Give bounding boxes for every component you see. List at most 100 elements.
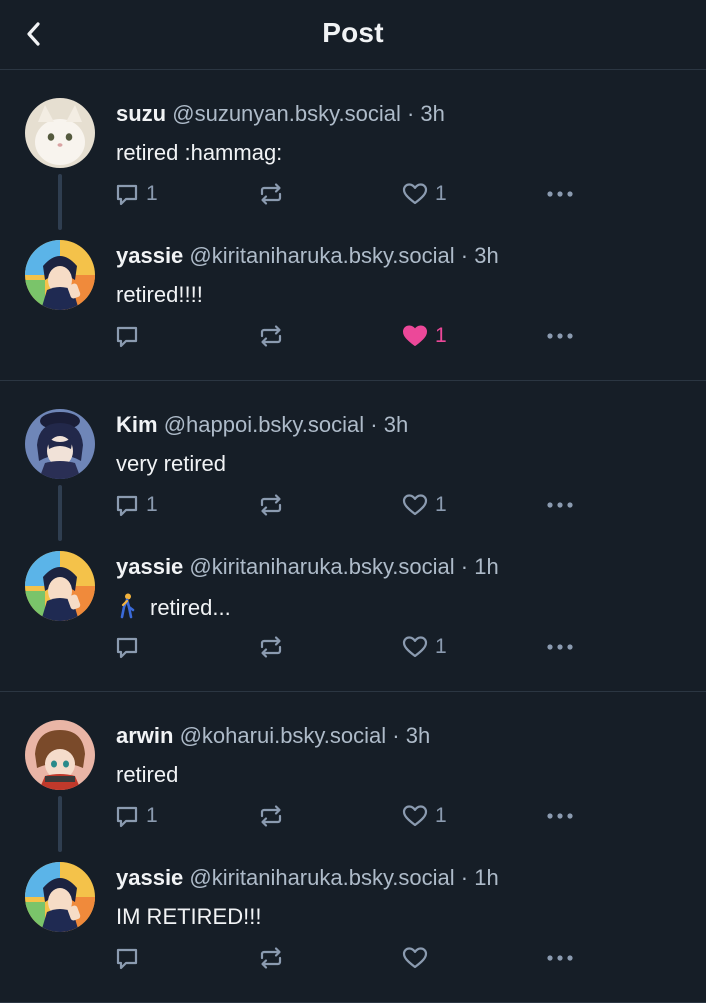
more-options-button[interactable] [545, 801, 575, 831]
post-meta: yassie @kiritaniharuka.bsky.social · 1h [116, 554, 499, 580]
post-time[interactable]: 3h [406, 723, 430, 748]
heart-icon [402, 494, 428, 516]
post-actions [0, 943, 706, 973]
repost-button[interactable] [257, 943, 291, 973]
post-text-content: IM RETIRED!!! [116, 904, 262, 929]
meta-separator: · [460, 554, 469, 579]
author-name[interactable]: suzu [116, 101, 166, 126]
post[interactable]: yassie @kiritaniharuka.bsky.social · 3h … [0, 220, 706, 380]
more-options-button[interactable] [545, 632, 575, 662]
post-text: retired [116, 762, 178, 788]
more-dots-icon [547, 644, 573, 650]
meta-separator: · [392, 723, 400, 748]
repost-icon [260, 636, 282, 658]
reply-count: 1 [146, 493, 158, 516]
meta-separator: · [370, 412, 378, 437]
repost-button[interactable] [257, 179, 291, 209]
post[interactable]: arwin @koharui.bsky.social · 3h retired … [0, 692, 706, 852]
post-meta: yassie @kiritaniharuka.bsky.social · 1h [116, 865, 499, 891]
repost-button[interactable] [257, 490, 291, 520]
post-actions: 1 [0, 632, 706, 662]
author-handle[interactable]: @kiritaniharuka.bsky.social [189, 554, 454, 579]
repost-icon [260, 183, 282, 205]
repost-icon [260, 805, 282, 827]
speech-bubble-icon [116, 948, 138, 970]
repost-icon [260, 494, 282, 516]
person-walking-emoji [120, 593, 135, 619]
like-button[interactable] [401, 943, 435, 973]
meta-separator: · [406, 101, 415, 126]
author-name[interactable]: arwin [116, 723, 173, 748]
post[interactable]: Kim @happoi.bsky.social · 3h very retire… [0, 381, 706, 541]
page-title: Post [322, 17, 384, 48]
more-dots-icon [547, 813, 573, 819]
speech-bubble-icon [116, 495, 138, 517]
post[interactable]: suzu @suzunyan.bsky.social · 3h retired … [0, 70, 706, 230]
like-button[interactable]: 1 [401, 632, 447, 662]
post-text: retired!!!! [116, 282, 203, 308]
more-dots-icon [547, 955, 573, 961]
thread: suzu @suzunyan.bsky.social · 3h retired … [0, 70, 706, 381]
more-options-button[interactable] [545, 490, 575, 520]
author-handle[interactable]: @suzunyan.bsky.social [172, 101, 401, 126]
repost-icon [260, 947, 282, 969]
repost-button[interactable] [257, 801, 291, 831]
reply-button[interactable]: 1 [114, 490, 158, 520]
more-options-button[interactable] [545, 179, 575, 209]
more-options-button[interactable] [545, 943, 575, 973]
post[interactable]: yassie @kiritaniharuka.bsky.social · 1h … [0, 842, 706, 1002]
post-meta: arwin @koharui.bsky.social · 3h [116, 723, 430, 749]
like-button[interactable]: 1 [401, 801, 447, 831]
more-dots-icon [547, 502, 573, 508]
reply-button[interactable] [114, 943, 146, 973]
avatar[interactable] [25, 720, 95, 790]
repost-button[interactable] [257, 321, 291, 351]
author-handle[interactable]: @kiritaniharuka.bsky.social [189, 243, 454, 268]
reply-count: 1 [146, 804, 158, 827]
like-count: 1 [435, 324, 447, 347]
author-name[interactable]: Kim [116, 412, 158, 437]
like-button[interactable]: 1 [401, 321, 447, 351]
post-text: very retired [116, 451, 226, 477]
post-actions: 1 [0, 321, 706, 351]
post-time[interactable]: 1h [474, 865, 498, 890]
avatar[interactable] [25, 551, 95, 621]
heart-icon [402, 805, 428, 827]
reply-button[interactable]: 1 [114, 801, 158, 831]
like-button[interactable]: 1 [401, 179, 447, 209]
author-handle[interactable]: @kiritaniharuka.bsky.social [189, 865, 454, 890]
post-text-content: retired... [150, 595, 231, 620]
post-actions: 1 1 [0, 179, 706, 209]
reply-button[interactable] [114, 632, 146, 662]
avatar[interactable] [25, 862, 95, 932]
repost-button[interactable] [257, 632, 291, 662]
post-meta: Kim @happoi.bsky.social · 3h [116, 412, 408, 438]
header: Post [0, 0, 706, 70]
like-count: 1 [435, 182, 447, 205]
speech-bubble-icon [116, 637, 138, 659]
author-name[interactable]: yassie [116, 865, 183, 890]
speech-bubble-icon [116, 806, 138, 828]
post-text-content: retired!!!! [116, 282, 203, 307]
post-meta: yassie @kiritaniharuka.bsky.social · 3h [116, 243, 499, 269]
avatar[interactable] [25, 240, 95, 310]
post-time[interactable]: 3h [420, 101, 444, 126]
post-text: retired... [116, 593, 231, 621]
author-name[interactable]: yassie [116, 554, 183, 579]
author-handle[interactable]: @koharui.bsky.social [180, 723, 387, 748]
author-handle[interactable]: @happoi.bsky.social [164, 412, 364, 437]
avatar[interactable] [25, 409, 95, 479]
more-options-button[interactable] [545, 321, 575, 351]
post-time[interactable]: 1h [474, 554, 498, 579]
heart-icon [402, 947, 428, 969]
reply-button[interactable] [114, 321, 146, 351]
post-time[interactable]: 3h [474, 243, 498, 268]
reply-button[interactable]: 1 [114, 179, 158, 209]
like-count: 1 [435, 635, 447, 658]
like-button[interactable]: 1 [401, 490, 447, 520]
post[interactable]: yassie @kiritaniharuka.bsky.social · 1h … [0, 531, 706, 691]
post-time[interactable]: 3h [384, 412, 408, 437]
heart-icon [402, 183, 428, 205]
avatar[interactable] [25, 98, 95, 168]
author-name[interactable]: yassie [116, 243, 183, 268]
